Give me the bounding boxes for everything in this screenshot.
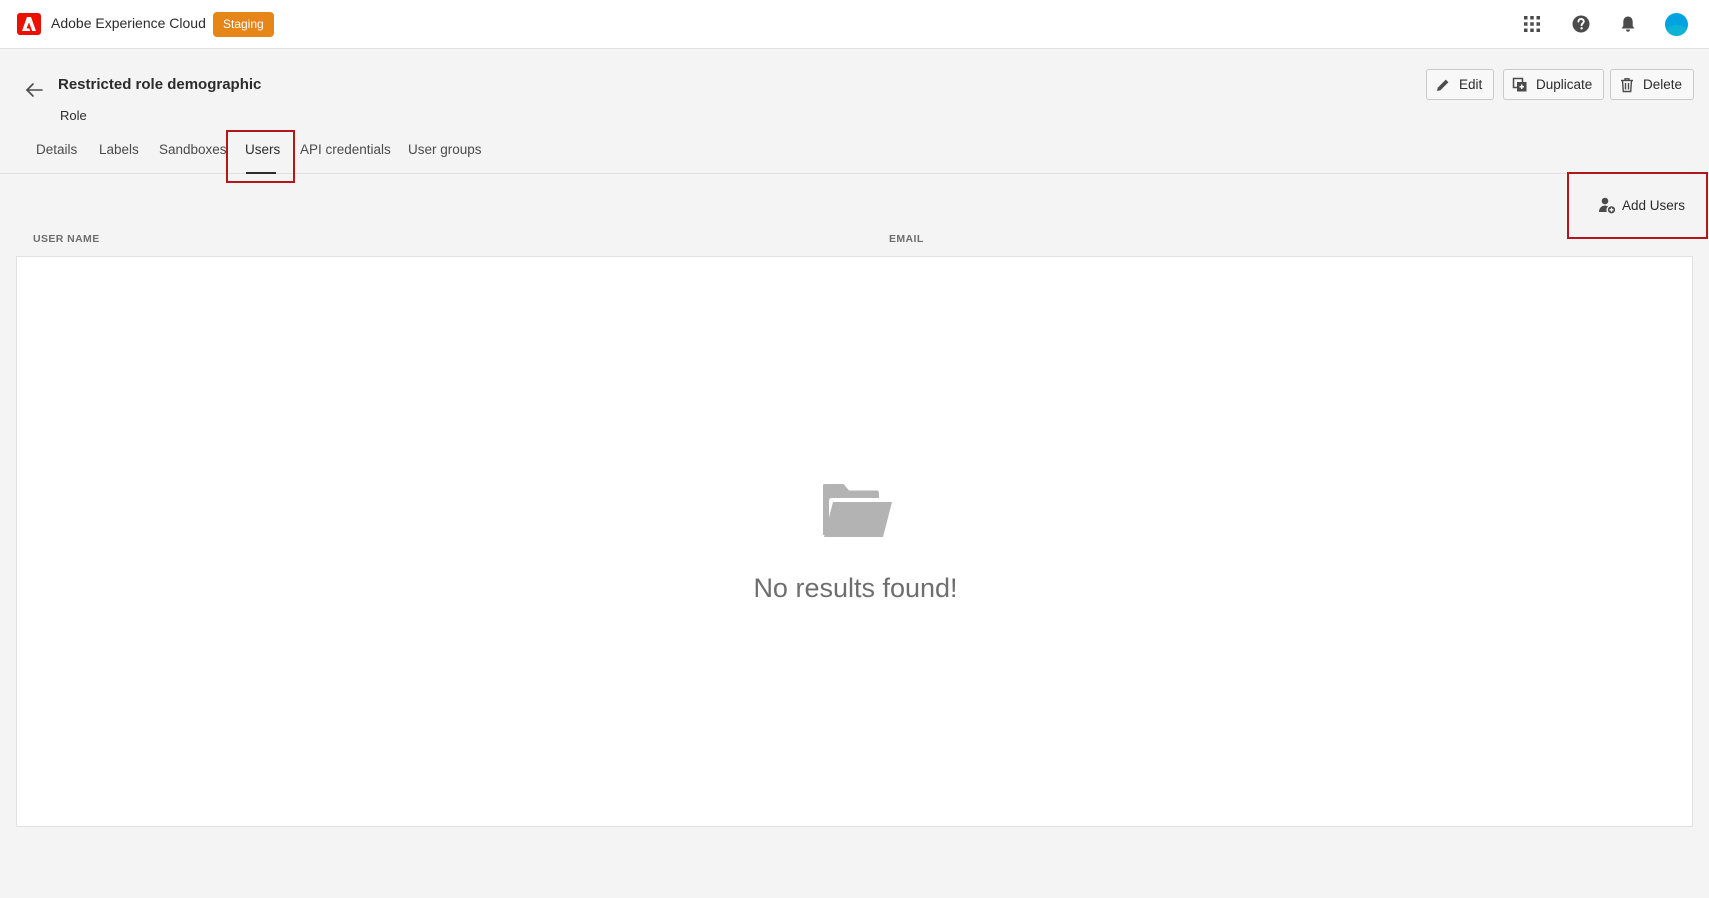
- notifications-icon[interactable]: [1618, 14, 1638, 34]
- avatar[interactable]: [1665, 13, 1688, 36]
- back-arrow-icon[interactable]: [24, 80, 44, 100]
- adobe-logo-icon[interactable]: [17, 13, 41, 35]
- tab-sandboxes[interactable]: Sandboxes: [159, 142, 227, 157]
- duplicate-icon: [1512, 77, 1527, 91]
- tab-labels[interactable]: Labels: [99, 142, 139, 157]
- add-users-highlight: [1567, 172, 1708, 239]
- edit-button-label: Edit: [1459, 77, 1483, 92]
- trash-icon: [1621, 77, 1633, 92]
- folder-open-icon: [821, 481, 893, 544]
- delete-button-label: Delete: [1643, 77, 1683, 92]
- delete-button[interactable]: Delete: [1610, 69, 1695, 100]
- tab-user-groups[interactable]: User groups: [408, 142, 482, 157]
- users-table: No results found!: [16, 256, 1693, 827]
- duplicate-button-label: Duplicate: [1536, 77, 1593, 92]
- pencil-icon: [1437, 79, 1449, 91]
- page-title: Restricted role demographic: [58, 76, 262, 93]
- duplicate-button[interactable]: Duplicate: [1503, 69, 1605, 100]
- column-header-user-name[interactable]: USER NAME: [33, 233, 100, 245]
- edit-button[interactable]: Edit: [1426, 69, 1495, 100]
- empty-state-message: No results found!: [753, 573, 958, 603]
- tab-api-credentials[interactable]: API credentials: [300, 142, 391, 157]
- page-subtitle: Role: [60, 108, 87, 123]
- tab-details[interactable]: Details: [36, 142, 77, 157]
- app-title[interactable]: Adobe Experience Cloud: [51, 15, 206, 31]
- top-bar: Adobe Experience Cloud Staging: [0, 0, 1709, 49]
- environment-badge: Staging: [213, 12, 274, 37]
- app-switcher-icon[interactable]: [1522, 14, 1542, 34]
- users-tab-highlight: [226, 130, 295, 183]
- column-header-email[interactable]: EMAIL: [889, 233, 924, 245]
- help-icon[interactable]: [1571, 14, 1591, 34]
